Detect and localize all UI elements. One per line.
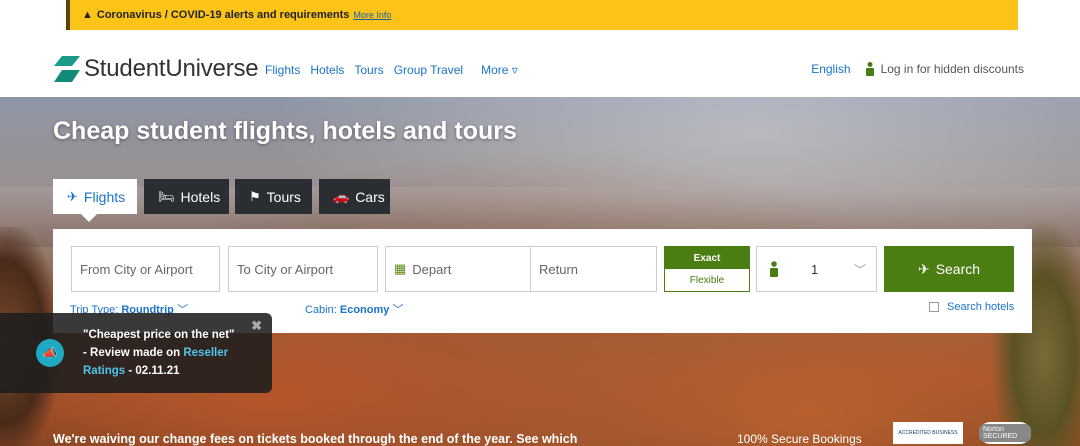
from-placeholder: From City or Airport xyxy=(80,261,193,277)
logo[interactable]: StudentUniverse xyxy=(54,54,259,84)
search-hotels-label: Search hotels xyxy=(947,301,1015,313)
close-icon[interactable]: ✖ xyxy=(251,317,262,335)
account-nav: English Log in for hidden discounts xyxy=(811,62,1024,76)
review-date: - 02.11.21 xyxy=(128,365,180,377)
exact-option[interactable]: Exact xyxy=(665,247,749,269)
hero-section: Cheap student flights, hotels and tours … xyxy=(0,97,1080,446)
norton-badge: Norton SECURED xyxy=(979,422,1031,444)
covid-alert-bar: ▲ Coronavirus / COVID-19 alerts and requ… xyxy=(66,0,1018,30)
language-selector[interactable]: English xyxy=(811,62,850,76)
nav-group-travel[interactable]: Group Travel xyxy=(394,63,463,77)
cabin-value: Economy xyxy=(339,304,390,316)
from-airport-input[interactable]: From City or Airport xyxy=(71,246,220,292)
tab-cars[interactable]: 🚗 Cars xyxy=(319,179,390,214)
depart-placeholder: Depart xyxy=(412,261,452,277)
review-toast: 📣 "Cheapest price on the net" - Review m… xyxy=(0,313,272,393)
plane-icon: ✈ xyxy=(917,260,930,277)
passenger-icon xyxy=(770,261,778,277)
bed-icon: 🛏 xyxy=(158,188,175,204)
login-link[interactable]: Log in for hidden discounts xyxy=(865,62,1024,76)
search-hotels-option[interactable]: Search hotels xyxy=(929,301,1014,313)
chevron-down-icon: ﹀ xyxy=(853,262,866,277)
car-icon: 🚗 xyxy=(333,188,350,204)
tab-flights[interactable]: ✈ Flights xyxy=(53,179,137,222)
login-text: Log in for hidden discounts xyxy=(880,62,1024,76)
calendar-icon: ▦ xyxy=(394,261,407,276)
warning-icon: ▲ xyxy=(82,9,93,21)
cabin-select[interactable]: Cabin: Economy ﹀ xyxy=(305,301,403,317)
to-placeholder: To City or Airport xyxy=(237,261,334,277)
logo-mark-icon xyxy=(54,56,80,82)
search-button-label: Search xyxy=(935,261,981,277)
review-text: "Cheapest price on the net" - Review mad… xyxy=(83,326,253,380)
site-header: StudentUniverse Flights Hotels Tours Gro… xyxy=(0,30,1080,97)
tab-cars-label: Cars xyxy=(355,188,385,205)
cabin-label: Cabin: xyxy=(305,304,337,316)
secure-bookings-label: 100% Secure Bookings xyxy=(737,432,862,446)
alert-text: Coronavirus / COVID-19 alerts and requir… xyxy=(96,9,350,21)
tab-flights-label: Flights xyxy=(83,188,126,205)
hero-title: Cheap student flights, hotels and tours xyxy=(53,117,517,145)
passenger-count: 1 xyxy=(811,261,819,277)
search-hotels-checkbox[interactable] xyxy=(929,302,939,312)
review-prefix: - Review made on xyxy=(83,347,181,359)
more-info-link[interactable]: More Info xyxy=(353,10,391,20)
to-airport-input[interactable]: To City or Airport xyxy=(228,246,378,292)
flag-icon: ⚑ xyxy=(249,188,261,204)
person-icon xyxy=(865,62,874,76)
waive-fees-banner: We're waiving our change fees on tickets… xyxy=(53,432,578,446)
return-date-input[interactable]: Return xyxy=(530,246,657,292)
nav-flights[interactable]: Flights xyxy=(265,63,300,77)
review-quote: "Cheapest price on the net" xyxy=(83,329,235,341)
megaphone-icon: 📣 xyxy=(36,339,64,367)
nav-hotels[interactable]: Hotels xyxy=(310,63,344,77)
tab-hotels-label: Hotels xyxy=(180,188,221,205)
plane-icon: ✈ xyxy=(67,188,78,204)
depart-date-input[interactable]: ▦ Depart xyxy=(385,246,531,292)
chevron-down-icon: ﹀ xyxy=(392,304,404,316)
norton-label: Norton SECURED xyxy=(979,424,1031,442)
logo-text: StudentUniverse xyxy=(84,55,259,82)
passenger-select[interactable]: 1 ﹀ xyxy=(756,246,877,292)
tab-tours[interactable]: ⚑ Tours xyxy=(235,179,312,214)
bbb-badge: ACCREDITED BUSINESS xyxy=(893,422,963,444)
search-button[interactable]: ✈ Search xyxy=(884,246,1014,292)
main-nav: Flights Hotels Tours Group Travel More ▿ xyxy=(265,63,528,77)
date-mode-toggle: Exact Flexible xyxy=(664,246,750,292)
nav-more[interactable]: More ▿ xyxy=(481,63,518,77)
tab-tours-label: Tours xyxy=(266,188,301,205)
tab-hotels[interactable]: 🛏 Hotels xyxy=(144,179,229,214)
return-placeholder: Return xyxy=(539,261,579,277)
nav-tours[interactable]: Tours xyxy=(354,63,383,77)
flexible-option[interactable]: Flexible xyxy=(665,269,749,291)
